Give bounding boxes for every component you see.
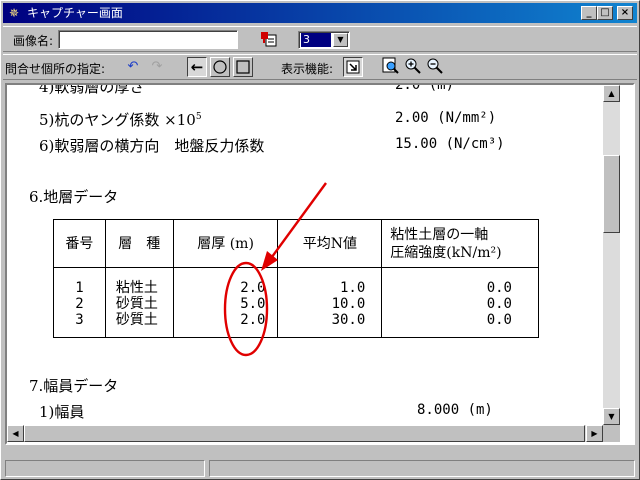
window-title: キャプチャー画面 (27, 6, 123, 20)
close-button[interactable]: × (617, 6, 633, 20)
circle-icon (213, 60, 227, 74)
annotation-ellipse (223, 261, 269, 357)
status-bar (3, 458, 637, 478)
capture-load-icon[interactable] (259, 30, 279, 50)
annotation-overlay (223, 182, 327, 357)
scroll-down-icon[interactable]: ▼ (603, 408, 620, 425)
image-name-input[interactable] (58, 30, 238, 49)
toolbar-query: 問合せ個所の指定: ↶ ↷ ← 表示機能: (3, 54, 637, 80)
fit-window-icon (346, 60, 360, 74)
image-name-label: 画像名: (13, 34, 54, 48)
status-pane-left (5, 460, 205, 477)
rectangle-tool-button[interactable] (233, 57, 253, 77)
redo-icon: ↷ (151, 59, 163, 74)
display-function-label: 表示機能: (281, 62, 334, 76)
page-select[interactable]: 3 ▼ (298, 31, 350, 49)
document-page: 4)軟弱層の厚さ 2.0 (m) 5)杭のヤング係数 ×105 2.00 (N/… (7, 85, 603, 425)
vertical-scroll-thumb[interactable] (603, 155, 620, 233)
circle-tool-button[interactable] (210, 57, 230, 77)
app-icon: ✵ (8, 6, 20, 20)
undo-icon[interactable]: ↶ (123, 57, 143, 77)
horizontal-scrollbar[interactable]: ◀ ▶ (7, 425, 603, 442)
status-pane-right (209, 460, 635, 477)
fit-view-button[interactable] (343, 57, 363, 77)
minimize-button[interactable]: _ (581, 6, 597, 20)
scroll-right-icon[interactable]: ▶ (586, 425, 603, 442)
vertical-scrollbar[interactable]: ▲ ▼ (603, 85, 620, 425)
zoom-page-icon[interactable] (381, 57, 401, 77)
maximize-button[interactable]: □ (597, 6, 613, 20)
page-select-value: 3 (301, 33, 331, 47)
rectangle-icon (236, 60, 250, 74)
arrow-tool-button[interactable]: ← (187, 57, 207, 77)
scroll-up-icon[interactable]: ▲ (603, 85, 620, 102)
query-location-label: 問合せ個所の指定: (5, 62, 106, 76)
document-viewport[interactable]: 4)軟弱層の厚さ 2.0 (m) 5)杭のヤング係数 ×105 2.00 (N/… (5, 83, 635, 445)
capture-window: ✵ キャプチャー画面 _ □ × 画像名: 3 ▼ 問合せ個所の指定: ↶ ↷ … (0, 0, 640, 480)
chevron-down-icon[interactable]: ▼ (333, 33, 348, 47)
horizontal-scroll-thumb[interactable] (24, 425, 585, 442)
arrow-left-icon: ← (190, 58, 204, 76)
zoom-out-icon[interactable] (425, 57, 445, 77)
title-bar[interactable]: ✵ キャプチャー画面 _ □ × (3, 3, 637, 23)
scroll-left-icon[interactable]: ◀ (7, 425, 24, 442)
zoom-in-icon[interactable] (403, 57, 423, 77)
annotation-arrow-shaft (268, 182, 327, 262)
toolbar-image: 画像名: 3 ▼ (3, 26, 637, 52)
scrollbar-corner (603, 425, 620, 442)
